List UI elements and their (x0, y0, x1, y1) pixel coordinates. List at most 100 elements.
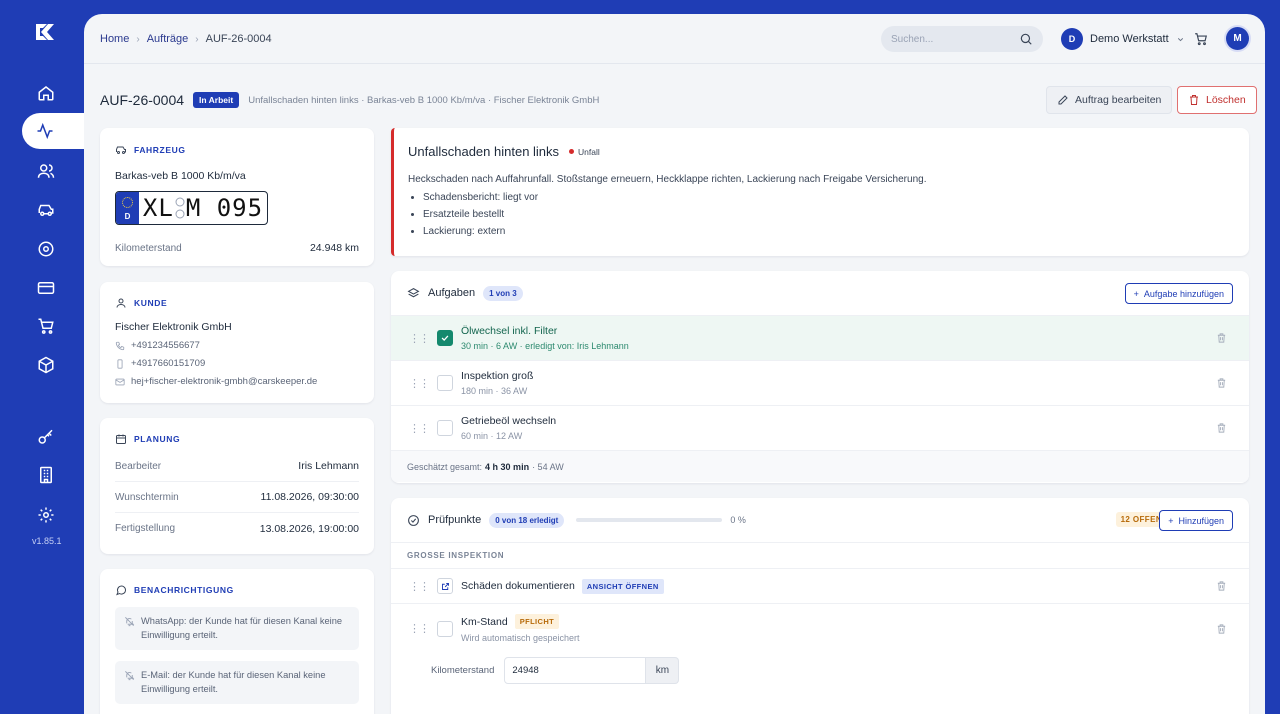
nav-activity[interactable] (22, 113, 84, 149)
planning-card: Planung Bearbeiter Iris Lehmann Wunschte… (100, 418, 374, 554)
mileage-row: Kilometerstand 24.948 km (115, 242, 359, 254)
mileage-input-row: Kilometerstand 24948 km (391, 653, 1249, 687)
trash-icon[interactable] (1216, 623, 1227, 635)
edit-order-label: Auftrag bearbeiten (1075, 94, 1162, 106)
eu-stars-icon (122, 197, 133, 208)
checkpoint-title-row: Km-Stand PFLICHT (461, 614, 580, 629)
incident-title-row: Unfallschaden hinten links Unfall (408, 144, 1235, 159)
plate-eu-band: D (116, 192, 139, 224)
red-dot-icon (569, 149, 575, 154)
task-row[interactable]: ⋮⋮ Inspektion groß 180 min · 36 AW (391, 360, 1249, 405)
app-version: v1.85.1 (32, 536, 62, 546)
add-task-button[interactable]: + Aufgabe hinzufügen (1124, 283, 1233, 304)
task-meta: 30 min · 6 AW · erledigt von: Iris Lehma… (461, 341, 629, 351)
nav-inventory[interactable] (24, 347, 68, 383)
plus-icon: + (1133, 288, 1139, 299)
tasks-card: Aufgaben 1 von 3 + Aufgabe hinzufügen ⋮⋮… (391, 271, 1249, 483)
trash-icon[interactable] (1216, 377, 1227, 389)
drag-handle-icon[interactable]: ⋮⋮ (409, 332, 430, 345)
trash-icon[interactable] (1216, 332, 1227, 344)
task-row[interactable]: ⋮⋮ Getriebeöl wechseln 60 min · 12 AW (391, 405, 1249, 450)
trash-icon[interactable] (1216, 580, 1227, 592)
drag-handle-icon[interactable]: ⋮⋮ (409, 580, 430, 593)
incident-tag: Unfall (569, 147, 600, 157)
task-checkbox[interactable] (437, 420, 453, 436)
checkpoint-row[interactable]: ⋮⋮ Schäden dokumentieren ANSICHT ÖFFNEN (391, 568, 1249, 603)
main-content: Home › Aufträge › AUF-26-0004 Suchen... … (84, 14, 1265, 714)
tasks-total-value: 4 h 30 min (485, 461, 530, 472)
tasks-title: Aufgaben (428, 287, 476, 299)
order-subtitle: Unfallschaden hinten links · Barkas-veb … (248, 94, 600, 106)
nav-vehicles[interactable] (24, 192, 68, 228)
workspace-name: Demo Werkstatt (1090, 33, 1169, 45)
checkpoint-group-label: GROSSE INSPEKTION (391, 542, 1249, 568)
drag-handle-icon[interactable]: ⋮⋮ (409, 422, 430, 435)
mail-icon (115, 378, 125, 385)
add-checkpoint-button[interactable]: + Hinzufügen (1159, 510, 1233, 531)
check-circle-icon (408, 514, 419, 526)
drag-handle-icon[interactable]: ⋮⋮ (409, 377, 430, 390)
activity-icon (37, 122, 53, 140)
delete-order-button[interactable]: Löschen (1177, 86, 1257, 114)
edit-order-button[interactable]: Auftrag bearbeiten (1046, 86, 1173, 114)
task-checkbox[interactable] (437, 375, 453, 391)
delete-order-label: Löschen (1206, 94, 1246, 106)
nav-shop[interactable] (24, 308, 68, 344)
customer-mobile[interactable]: +4917660151709 (115, 358, 359, 369)
task-title: Ölwechsel inkl. Filter (461, 325, 558, 337)
mileage-input[interactable]: 24948 (504, 656, 647, 684)
whatsapp-notice: WhatsApp: der Kunde hat für diesen Kanal… (115, 607, 359, 650)
trash-icon[interactable] (1216, 422, 1227, 434)
breadcrumb-home[interactable]: Home (100, 33, 129, 45)
drag-handle-icon[interactable]: ⋮⋮ (409, 622, 430, 635)
breadcrumb-current: AUF-26-0004 (205, 33, 272, 45)
checkpoint-text: Km-Stand PFLICHT Wird automatisch gespei… (461, 614, 580, 643)
workspace-switcher[interactable]: D Demo Werkstatt (1061, 28, 1185, 50)
nav-home[interactable] (24, 75, 68, 111)
checkpoint-title: Schäden dokumentieren (461, 580, 575, 592)
breadcrumb-orders[interactable]: Aufträge (147, 33, 189, 45)
email-notice: E-Mail: der Kunde hat für diesen Kanal k… (115, 660, 359, 704)
building-icon (40, 466, 52, 484)
search-input[interactable]: Suchen... (881, 26, 1043, 52)
pencil-icon (1058, 95, 1068, 105)
user-avatar[interactable]: M (1226, 27, 1249, 50)
tasks-count-badge: 1 von 3 (483, 285, 523, 301)
mileage-unit: km (646, 656, 680, 684)
top-bar: Home › Aufträge › AUF-26-0004 Suchen... … (84, 14, 1265, 64)
open-view-badge[interactable]: ANSICHT ÖFFNEN (581, 578, 664, 594)
checkpoints-count-badge: 0 von 18 erledigt (489, 512, 565, 528)
mileage-value: 24.948 km (309, 242, 359, 254)
list-item: Schadensbericht: liegt vor (423, 189, 1235, 206)
box-icon (38, 356, 54, 374)
app-logo-icon[interactable] (36, 24, 56, 40)
task-meta: 60 min · 12 AW (461, 431, 523, 441)
task-title: Inspektion groß (461, 370, 534, 382)
external-link-icon[interactable] (437, 578, 453, 594)
nav-settings[interactable] (24, 497, 68, 533)
cart-icon[interactable] (1194, 32, 1208, 46)
bell-off-icon (125, 670, 135, 680)
customer-name[interactable]: Fischer Elektronik GmbH (115, 321, 359, 333)
incident-card: Unfallschaden hinten links Unfall Hecksc… (391, 128, 1249, 256)
chat-icon (116, 585, 127, 596)
checkpoint-checkbox[interactable] (437, 620, 453, 637)
incident-description: Heckschaden nach Auffahrunfall. Stoßstan… (408, 174, 927, 185)
task-checkbox[interactable] (437, 330, 453, 346)
tasks-header: Aufgaben 1 von 3 + Aufgabe hinzufügen (391, 271, 1249, 315)
nav-payments[interactable] (24, 270, 68, 306)
trash-icon (1190, 95, 1198, 105)
chevron-right-icon: › (195, 33, 199, 45)
nav-keys[interactable] (24, 419, 68, 455)
nav-customers[interactable] (24, 153, 68, 189)
nav-tires[interactable] (24, 231, 68, 267)
customer-phone[interactable]: +491234556677 (115, 340, 359, 351)
task-row[interactable]: ⋮⋮ Ölwechsel inkl. Filter 30 min · 6 AW … (391, 315, 1249, 360)
required-badge: PFLICHT (514, 614, 560, 629)
list-item: Ersatzteile bestellt (423, 206, 1235, 223)
checkpoint-row[interactable]: ⋮⋮ Km-Stand PFLICHT Wird automatisch ges… (391, 603, 1249, 653)
checkpoints-progress-label: 0 % (730, 515, 746, 525)
customer-email[interactable]: hej+fischer-elektronik-gmbh@carskeeper.d… (115, 376, 359, 387)
nav-company[interactable] (24, 457, 68, 493)
check-icon (441, 335, 449, 341)
